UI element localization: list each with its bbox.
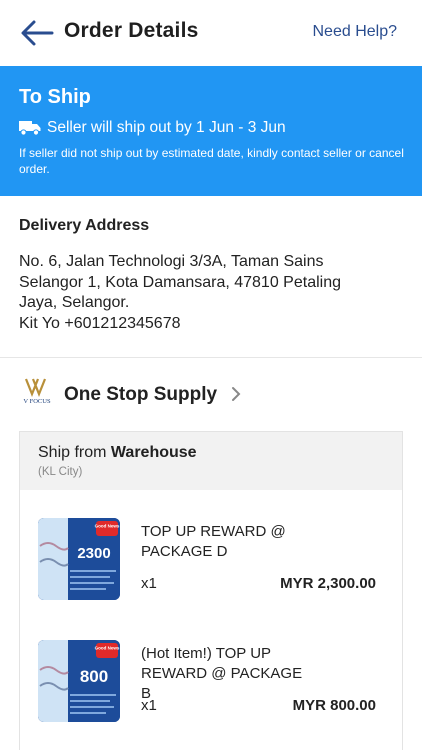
ship-from-header: Ship from Warehouse (KL City)	[20, 432, 402, 490]
delivery-address-text: No. 6, Jalan Technologi 3/3A, Taman Sain…	[19, 252, 379, 334]
address-contact: Kit Yo +601212345678	[19, 314, 181, 332]
ship-estimate-text: Seller will ship out by 1 Jun - 3 Jun	[47, 119, 286, 136]
status-title: To Ship	[19, 86, 91, 108]
ship-estimate-row: Seller will ship out by 1 Jun - 3 Jun	[19, 119, 286, 137]
ship-from-source: Warehouse	[110, 444, 197, 461]
ship-from-line: Ship from Warehouse	[38, 444, 197, 462]
promo-badge-text: Good News	[95, 646, 120, 651]
product-price: MYR 800.00	[292, 697, 376, 714]
shop-logo-text: V FOCUS	[23, 398, 51, 405]
product-image: Good News 2300	[38, 518, 120, 600]
back-arrow-icon[interactable]	[20, 19, 54, 47]
product-item[interactable]: Good News 800 (Hot Item!) TOP UP REWARD …	[20, 640, 402, 750]
delivery-address-section: Delivery Address No. 6, Jalan Technologi…	[0, 196, 422, 358]
shop-row[interactable]: V FOCUS One Stop Supply	[0, 372, 422, 418]
need-help-link[interactable]: Need Help?	[313, 23, 398, 41]
shop-logo: V FOCUS	[23, 378, 51, 405]
product-name: (Hot Item!) TOP UP REWARD @ PACKAGE B	[141, 645, 303, 702]
order-items-card: Ship from Warehouse (KL City) Good News …	[19, 431, 403, 750]
delivery-address-heading: Delivery Address	[19, 217, 150, 234]
ship-from-prefix: Ship from	[38, 444, 107, 461]
product-quantity: x1	[141, 697, 157, 714]
order-status-banner: To Ship Seller will ship out by 1 Jun - …	[0, 66, 422, 196]
promo-badge-text: Good News	[95, 524, 120, 529]
product-name: TOP UP REWARD @ PACKAGE D	[141, 523, 286, 560]
truck-icon	[19, 121, 41, 136]
top-bar: Order Details Need Help?	[0, 0, 422, 66]
promo-amount: 2300	[77, 545, 110, 562]
shop-name: One Stop Supply	[64, 384, 218, 405]
product-image: Good News 800	[38, 640, 120, 722]
chevron-right-icon	[232, 387, 241, 401]
promo-amount: 800	[80, 667, 108, 686]
ship-from-city: (KL City)	[38, 466, 83, 478]
status-note: If seller did not ship out by estimated …	[19, 146, 404, 176]
product-quantity: x1	[141, 575, 157, 592]
product-item[interactable]: Good News 2300 TOP UP REWARD @ PACKAGE D…	[20, 518, 402, 628]
address-line: Selangor 1, Kota Damansara, 47810 Petali…	[19, 273, 341, 291]
address-line: No. 6, Jalan Technologi 3/3A, Taman Sain…	[19, 253, 324, 270]
page-title: Order Details	[64, 19, 199, 42]
address-line: Jaya, Selangor.	[19, 294, 130, 311]
product-price: MYR 2,300.00	[280, 575, 376, 592]
